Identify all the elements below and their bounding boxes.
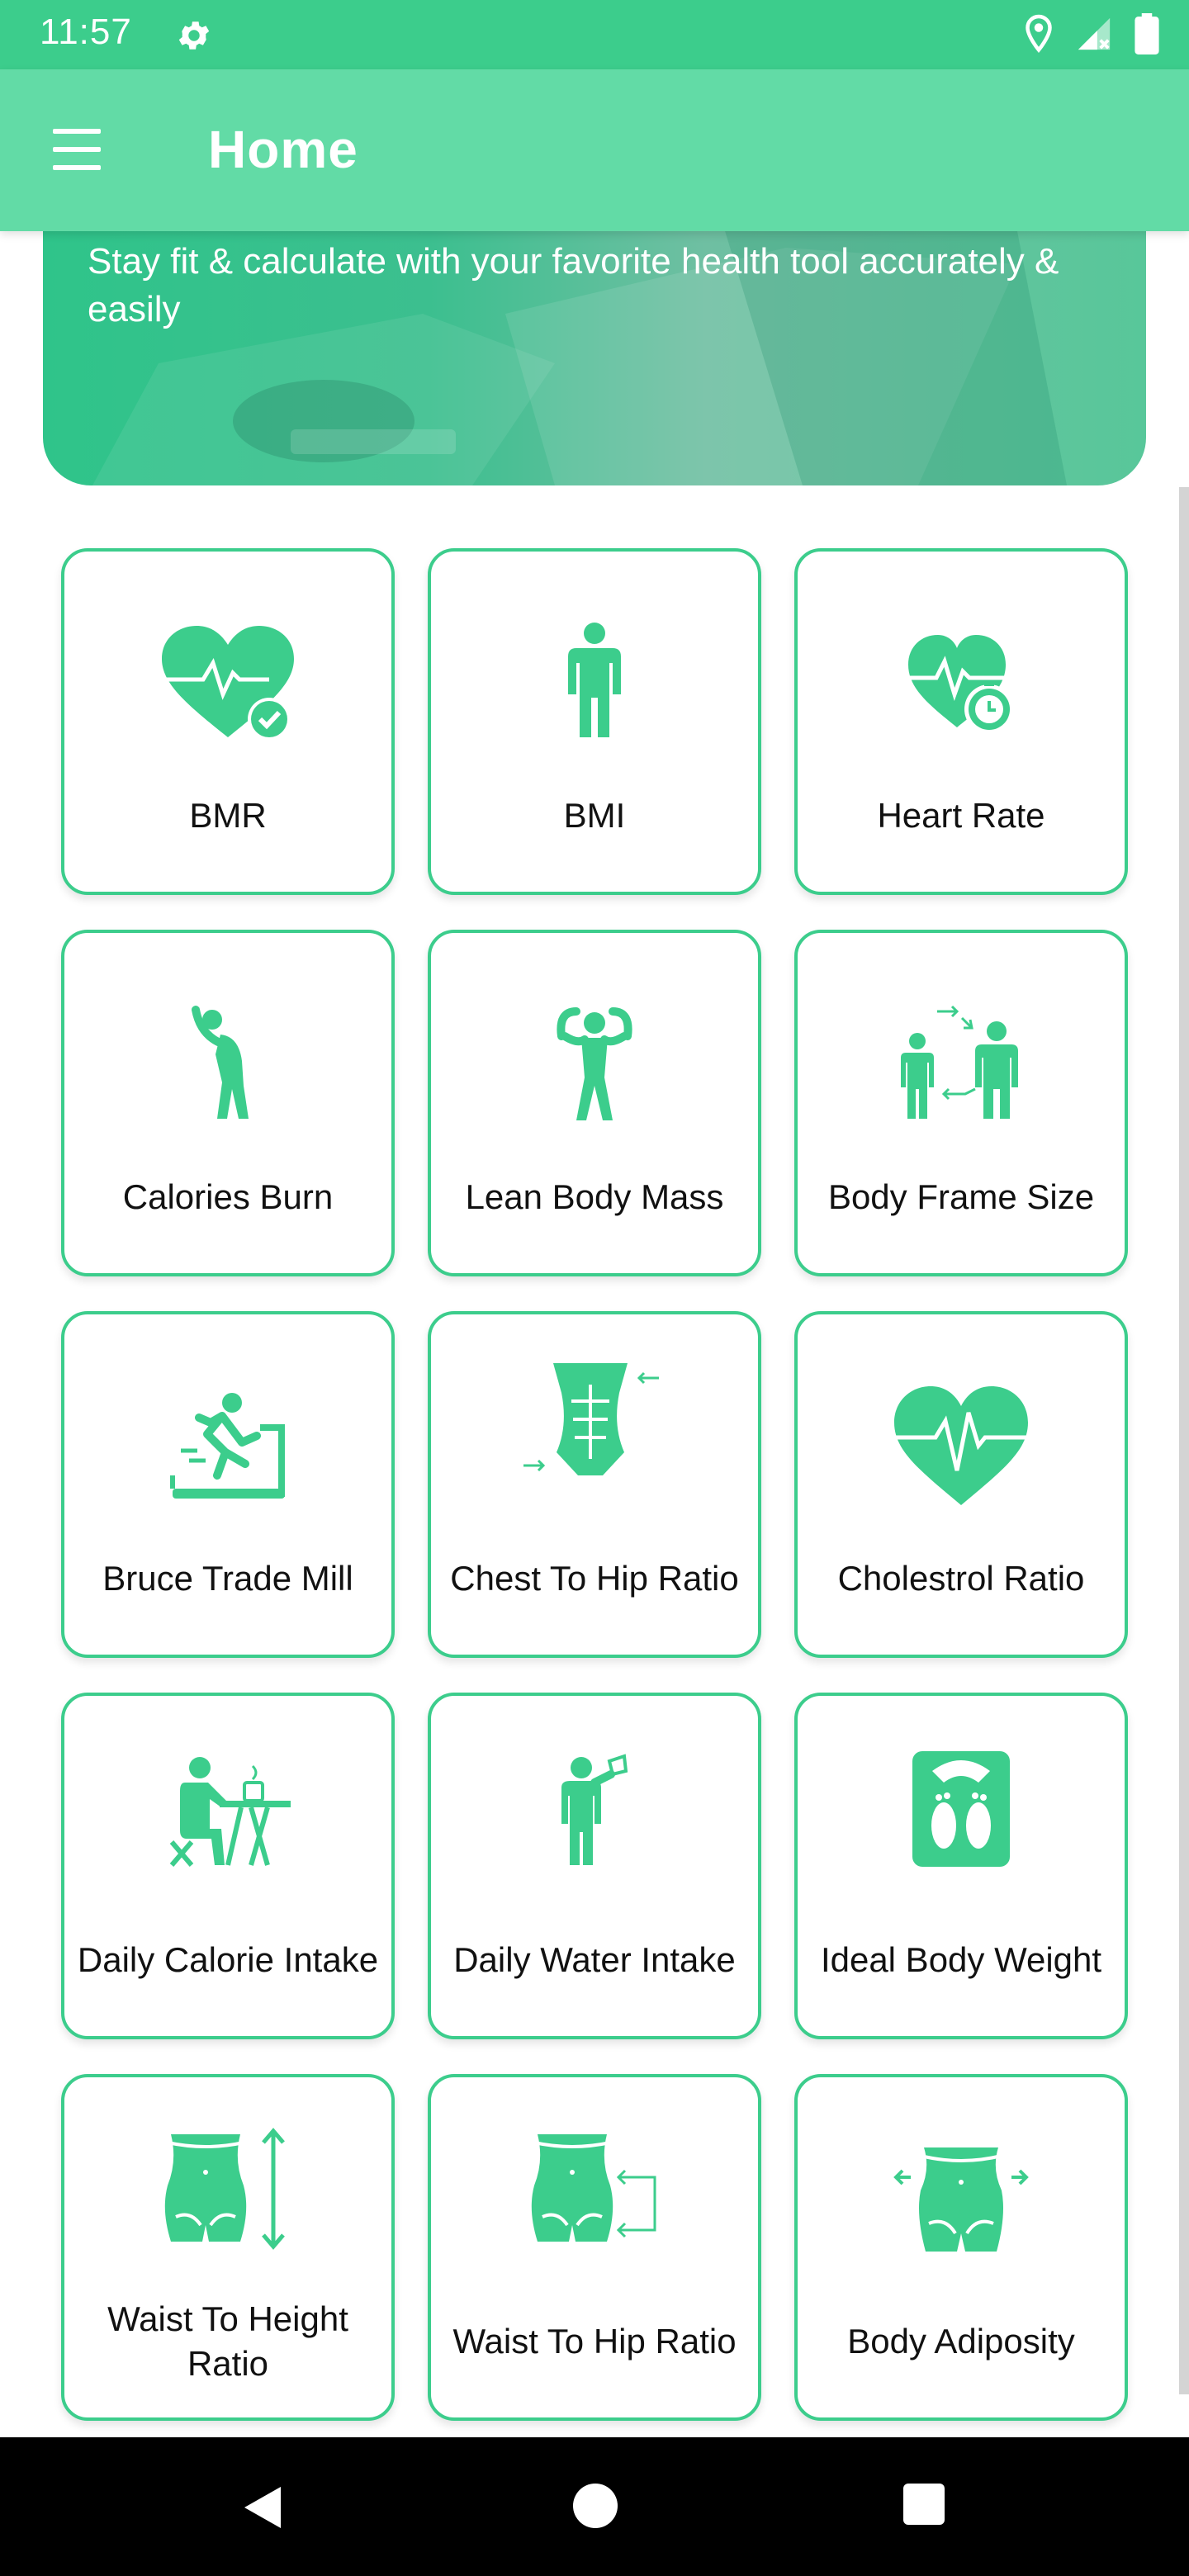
tile-calories-burn[interactable]: Calories Burn	[61, 930, 395, 1276]
tile-body-adiposity[interactable]: Body Adiposity	[794, 2074, 1128, 2421]
heart-pulse-icon	[887, 1380, 1035, 1513]
tile-bmr[interactable]: BMR	[61, 548, 395, 895]
tile-label: Heart Rate	[877, 796, 1045, 835]
stretching-person-icon	[154, 999, 302, 1131]
system-nav-bar	[0, 2437, 1189, 2576]
person-eating-icon	[154, 1745, 302, 1878]
tile-body-frame-size[interactable]: Body Frame Size	[794, 930, 1128, 1276]
treadmill-runner-icon	[154, 1380, 302, 1513]
tile-label: Daily Calorie Intake	[77, 1940, 379, 1979]
waist-hip-icon	[520, 2124, 669, 2256]
tile-cholestrol-ratio[interactable]: Cholestrol Ratio	[794, 1311, 1128, 1658]
tile-lean-body-mass[interactable]: Lean Body Mass	[428, 930, 761, 1276]
tile-heart-rate[interactable]: Heart Rate	[794, 548, 1128, 895]
scroll-indicator[interactable]	[1179, 487, 1189, 2394]
tile-label: BMI	[563, 796, 626, 835]
calculator-grid: BMR BMI Heart Rate Calories Burn Lean Bo…	[61, 548, 1128, 2421]
person-icon	[520, 618, 669, 750]
tile-label: Body Frame Size	[827, 1177, 1095, 1216]
tile-daily-calorie-intake[interactable]: Daily Calorie Intake	[61, 1693, 395, 2039]
tile-label: Bruce Trade Mill	[102, 1559, 353, 1598]
tile-daily-water-intake[interactable]: Daily Water Intake	[428, 1693, 761, 2039]
recents-icon[interactable]	[903, 2484, 945, 2525]
tile-chest-to-hip-ratio[interactable]: Chest To Hip Ratio	[428, 1311, 761, 1658]
signal-icon	[1078, 17, 1111, 50]
tile-label: Daily Water Intake	[453, 1940, 736, 1979]
heart-check-icon	[154, 618, 302, 750]
person-drinking-icon	[520, 1745, 669, 1878]
location-icon	[1026, 14, 1052, 54]
tile-label: Ideal Body Weight	[820, 1940, 1102, 1979]
two-persons-compare-icon	[887, 999, 1035, 1131]
status-bar: 11:57	[0, 0, 1189, 69]
tile-label: Lean Body Mass	[465, 1177, 724, 1216]
flexing-person-icon	[520, 999, 669, 1131]
tile-waist-to-hip-ratio[interactable]: Waist To Hip Ratio	[428, 2074, 761, 2421]
heart-timer-icon	[887, 618, 1035, 750]
back-icon[interactable]	[239, 2484, 287, 2531]
banner-text: Stay fit & calculate with your favorite …	[88, 241, 1059, 329]
tile-label: Waist To Hip Ratio	[452, 2322, 737, 2361]
tile-label: Chest To Hip Ratio	[450, 1559, 739, 1598]
page-title: Home	[208, 120, 358, 179]
tile-bruce-trade-mill[interactable]: Bruce Trade Mill	[61, 1311, 395, 1658]
tile-bmi[interactable]: BMI	[428, 548, 761, 895]
weight-scale-icon	[887, 1742, 1035, 1874]
waist-width-icon	[887, 2132, 1035, 2264]
tile-label: Calories Burn	[122, 1177, 334, 1216]
tile-label: Waist To Height Ratio	[107, 2299, 348, 2383]
status-time: 11:57	[40, 12, 132, 52]
tile-ideal-body-weight[interactable]: Ideal Body Weight	[794, 1693, 1128, 2039]
waist-height-icon	[154, 2124, 302, 2256]
battery-icon	[1135, 13, 1159, 54]
home-icon[interactable]	[573, 2484, 618, 2528]
tile-waist-to-height-ratio[interactable]: Waist To Height Ratio	[61, 2074, 395, 2421]
torso-abs-icon	[520, 1356, 669, 1488]
tile-label: BMR	[189, 796, 267, 835]
gear-icon	[178, 21, 210, 50]
hamburger-menu-icon[interactable]	[46, 127, 106, 173]
app-bar: Home	[0, 69, 1189, 231]
tile-label: Cholestrol Ratio	[837, 1559, 1085, 1598]
tile-label: Body Adiposity	[847, 2322, 1075, 2361]
